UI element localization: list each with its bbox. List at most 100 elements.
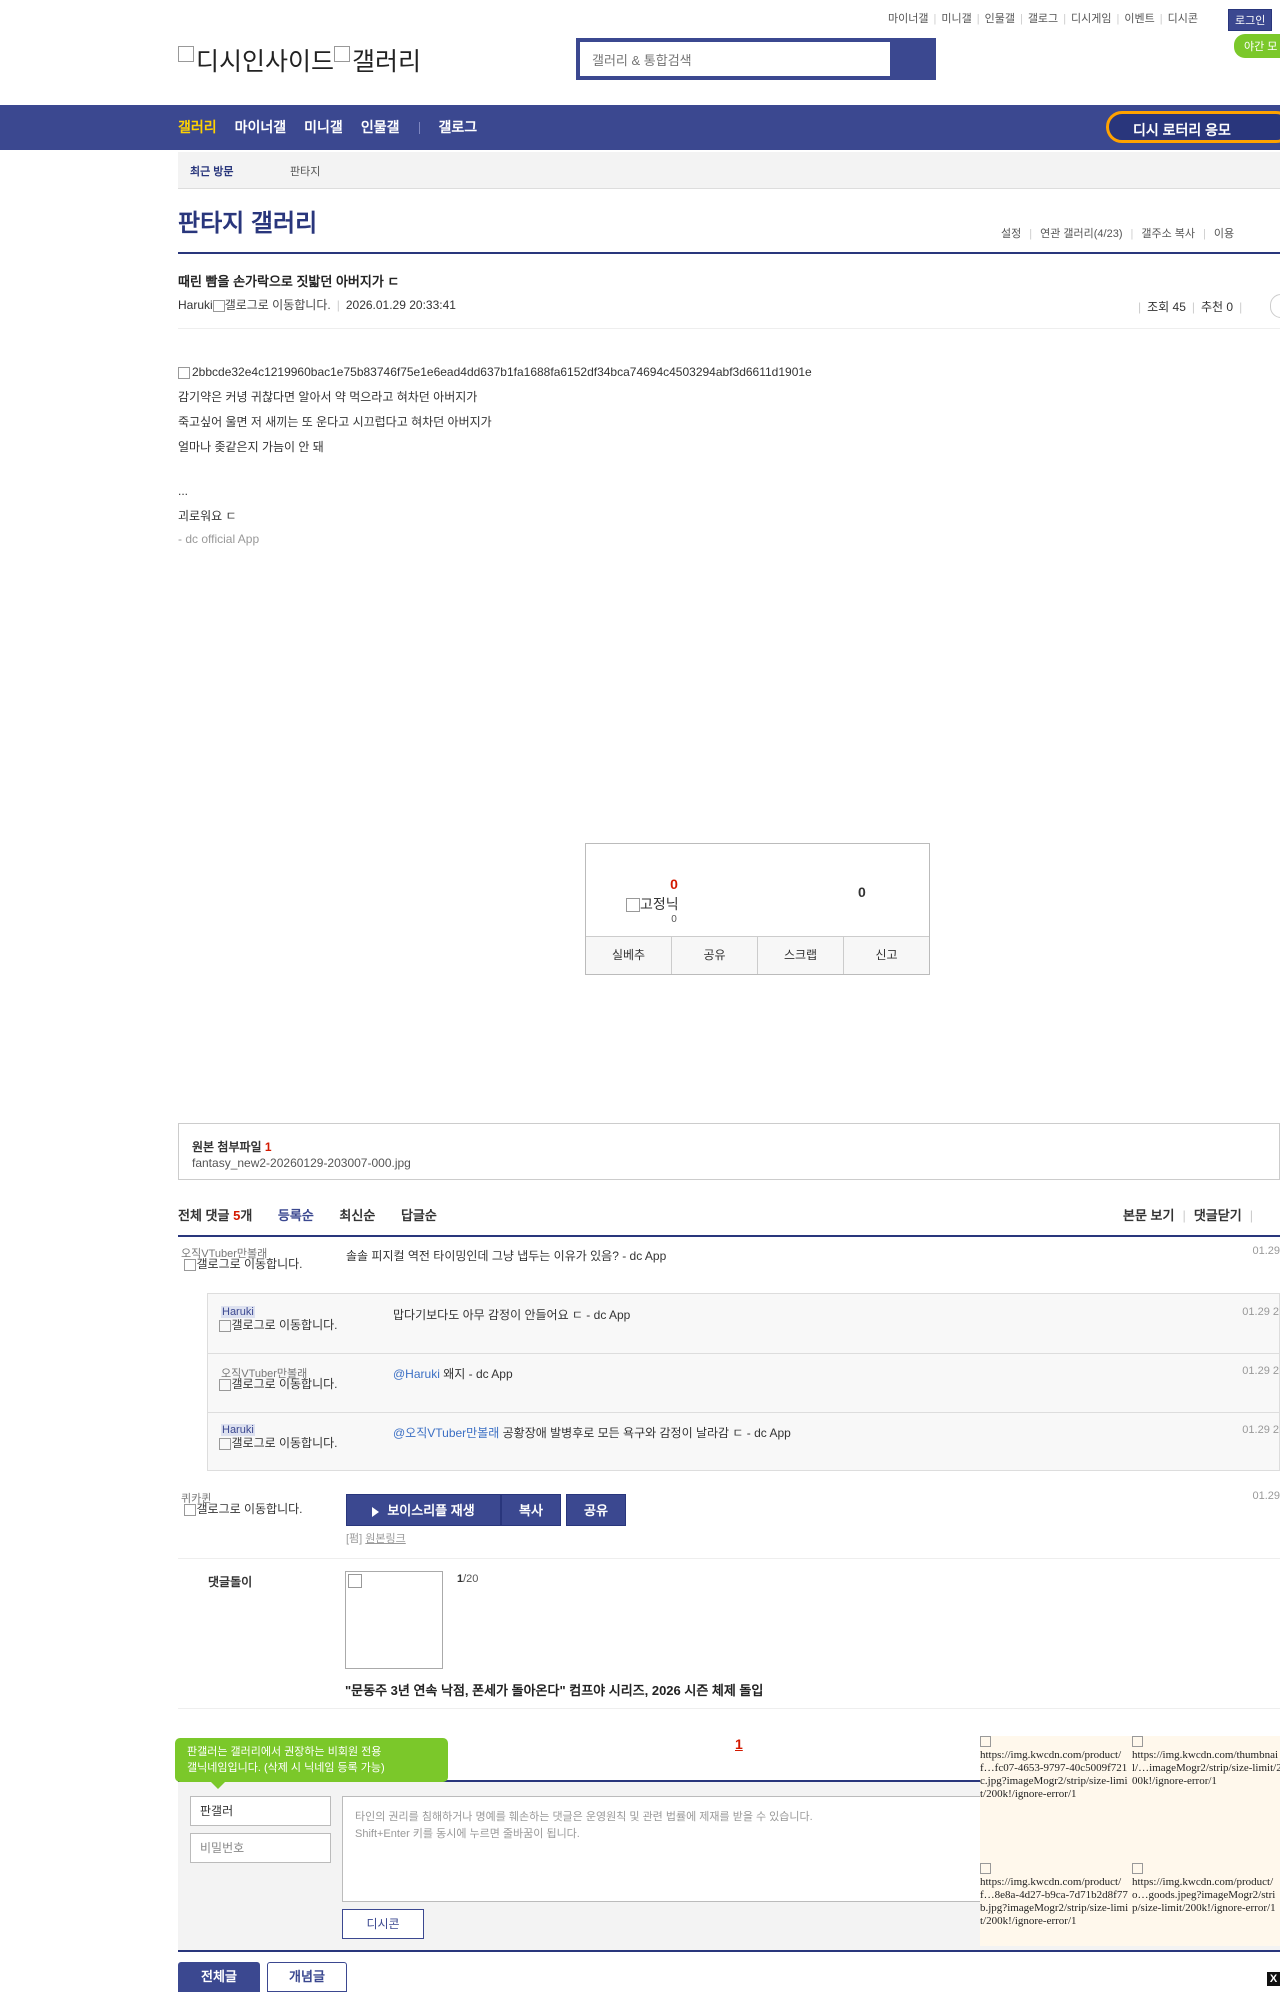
recent-visit-item[interactable]: 판타지	[290, 163, 320, 179]
logo-text-dcinside: 디시인사이드	[196, 48, 335, 76]
gallog-link[interactable]: 갤로그로 이동합니다.	[181, 1503, 306, 1516]
recent-visit-title: 최근 방문	[190, 166, 234, 178]
search-input[interactable]	[590, 42, 894, 78]
fixed-nick-label: 고정닉	[640, 896, 679, 912]
comment-header: 전체 댓글 5개 등록순 최신순 답글순 본문 보기 | 댓글닫기 |	[178, 1205, 1280, 1237]
post-date: 2026.01.29 20:33:41	[345, 298, 456, 312]
sort-replies[interactable]: 답글순	[401, 1208, 437, 1223]
gallog-alt-text: 갤로그로 이동합니다.	[231, 1436, 338, 1450]
reply-nick[interactable]: Haruki	[221, 1424, 255, 1436]
login-button[interactable]: 로그인	[1228, 9, 1273, 31]
voice-tag: [펌] 원본링크	[346, 1530, 406, 1546]
post-body: 2bbcde32e4c1219960bac1e75b83746f75e1e6ea…	[178, 360, 812, 529]
util-link-event[interactable]: 이벤트	[1124, 13, 1154, 25]
post-image[interactable]: 2bbcde32e4c1219960bac1e75b83746f75e1e6ea…	[178, 360, 812, 385]
scrap-button[interactable]: 스크랩	[758, 937, 844, 974]
ad-item[interactable]: https://img.kwcdn.com/product/f…8e8a-4d2…	[980, 1863, 1130, 1928]
dccon-button[interactable]: 디시콘	[342, 1909, 424, 1939]
voice-tag-text: [펌]	[346, 1533, 363, 1545]
report-button[interactable]: 신고	[844, 937, 929, 974]
reply-mention[interactable]: @오직VTuber만볼래	[393, 1426, 499, 1440]
ad-close-button[interactable]: X	[1267, 1972, 1280, 1986]
reply-row: Haruki 갤로그로 이동합니다. 맙다기보다도 아무 감정이 안들어요 ㄷ …	[208, 1294, 1279, 1354]
main-nav: 갤러리 마이너갤 미니갤 인물갤 갤로그	[0, 105, 1280, 150]
util-link-person[interactable]: 인물갤	[985, 13, 1015, 25]
util-link-dcgame[interactable]: 디시게임	[1071, 13, 1111, 25]
util-link-gallog[interactable]: 갤로그	[1028, 13, 1058, 25]
share-button[interactable]: 공유	[672, 937, 758, 974]
dcbot-thumbnail[interactable]	[345, 1571, 443, 1669]
recent-visit-bar: 최근 방문 판타지	[178, 152, 1280, 189]
reply-date: 01.29 2	[1242, 1365, 1279, 1377]
util-link-mini[interactable]: 미니갤	[941, 13, 971, 25]
nav-item-minor[interactable]: 마이너갤	[235, 119, 287, 135]
nav-item-gallog[interactable]: 갤로그	[438, 119, 477, 135]
copy-address-link[interactable]: 갤주소 복사	[1141, 228, 1195, 240]
sort-registered[interactable]: 등록순	[278, 1208, 314, 1223]
broken-image-icon	[219, 1437, 232, 1450]
broken-image-icon	[184, 1503, 197, 1516]
reply-text: @Haruki 왜지 - dc App	[393, 1365, 513, 1382]
dcbot-headline[interactable]: "문동주 3년 연속 낙점, 폰세가 돌아온다" 컴프야 시리즈, 2026 시…	[345, 1680, 763, 1699]
nav-item-person[interactable]: 인물갤	[361, 119, 400, 135]
voice-share-button[interactable]: 공유	[566, 1494, 626, 1526]
site-logo[interactable]: 디시인사이드 갤러리	[178, 42, 421, 78]
reply-text: 맙다기보다도 아무 감정이 안들어요 ㄷ - dc App	[393, 1308, 631, 1322]
nav-item-gallery[interactable]: 갤러리	[178, 119, 217, 135]
nickname-field[interactable]: 판갤러	[190, 1796, 331, 1826]
reply-text-body: 공황장애 발병후로 모든 욕구와 감정이 날라감 ㄷ - dc App	[499, 1426, 791, 1440]
gallery-settings-link[interactable]: 설정	[1001, 228, 1021, 240]
lottery-button[interactable]: 디시 로터리 응모	[1106, 111, 1280, 143]
gallog-link[interactable]: 갤로그로 이동합니다.	[212, 298, 331, 312]
reply-list: Haruki 갤로그로 이동합니다. 맙다기보다도 아무 감정이 안들어요 ㄷ …	[207, 1293, 1280, 1471]
usage-link[interactable]: 이용	[1214, 228, 1234, 240]
password-field[interactable]: 비밀번호	[190, 1833, 331, 1863]
comment-page-number[interactable]: 1	[735, 1736, 743, 1752]
broken-image-icon	[219, 1378, 232, 1391]
attachment-file-link[interactable]: fantasy_new2-20260129-203007-000.jpg	[192, 1156, 411, 1170]
app-signature: - dc official App	[178, 532, 260, 546]
gallog-link[interactable]: 갤로그로 이동합니다.	[216, 1378, 341, 1391]
voice-copy-button[interactable]: 복사	[501, 1494, 561, 1526]
night-mode-button[interactable]: 야간 모	[1234, 34, 1280, 58]
dcbot-pager: 1/20	[457, 1573, 478, 1585]
attachment-count: 1	[264, 1140, 272, 1154]
post-author[interactable]: Haruki	[178, 298, 213, 312]
post-line: 죽고싶어 울면 저 새끼는 또 운다고 시끄럽다고 혀차던 아버지가	[178, 415, 492, 429]
comment-date: 01.29	[1252, 1245, 1280, 1257]
original-link[interactable]: 원본링크	[365, 1533, 405, 1545]
ad-panel: https://img.kwcdn.com/product/f…fc07-465…	[980, 1736, 1280, 1946]
broken-image-icon	[219, 1319, 232, 1332]
silbe-recommend-button[interactable]: 실베추	[586, 937, 672, 974]
search-button[interactable]	[890, 42, 932, 76]
sort-latest[interactable]: 최신순	[339, 1208, 375, 1223]
gallog-link[interactable]: 갤로그로 이동합니다.	[216, 1319, 341, 1332]
reply-mention[interactable]: @Haruki	[393, 1367, 440, 1381]
nav-item-mini[interactable]: 미니갤	[304, 119, 343, 135]
ad-item[interactable]: https://img.kwcdn.com/thumbnail/…imageMo…	[1132, 1736, 1280, 1788]
close-comments-button[interactable]: 댓글닫기	[1194, 1208, 1242, 1223]
comment-count-button[interactable]	[1270, 294, 1280, 318]
reply-nick[interactable]: Haruki	[221, 1306, 255, 1318]
view-post-button[interactable]: 본문 보기	[1123, 1208, 1174, 1223]
voice-reply-play-button[interactable]: 보이스리플 재생	[346, 1494, 501, 1526]
recommend-up-count: 0	[670, 876, 678, 892]
post-divider	[178, 328, 1280, 329]
ad-item[interactable]: https://img.kwcdn.com/product/f…fc07-465…	[980, 1736, 1130, 1801]
util-link-dccon[interactable]: 디시콘	[1168, 13, 1198, 25]
fixed-nick-recommend[interactable]: 고정닉	[626, 894, 679, 914]
post-line: 감기약은 커녕 귀찮다면 알아서 약 먹으라고 혀차던 아버지가	[178, 390, 478, 404]
related-gallery-link[interactable]: 연관 갤러리(4/23)	[1040, 228, 1122, 240]
post-image-alt: 2bbcde32e4c1219960bac1e75b83746f75e1e6ea…	[192, 365, 812, 379]
gallog-alt-text: 갤로그로 이동합니다.	[196, 1257, 303, 1271]
fixed-nick-count: 0	[671, 914, 677, 925]
util-link-minor[interactable]: 마이너갤	[888, 13, 928, 25]
play-icon	[372, 1506, 380, 1517]
gallog-link[interactable]: 갤로그로 이동합니다.	[216, 1437, 341, 1450]
attachment-label: 원본 첨부파일	[192, 1140, 262, 1154]
gallery-title[interactable]: 판타지 갤러리	[178, 203, 317, 238]
gallog-link[interactable]: 갤로그로 이동합니다.	[181, 1258, 306, 1271]
gallog-alt-text: 갤로그로 이동합니다.	[231, 1377, 338, 1391]
ad-alt-text: https://img.kwcdn.com/product/o…goods.jp…	[1132, 1876, 1276, 1914]
ad-item[interactable]: https://img.kwcdn.com/product/o…goods.jp…	[1132, 1863, 1280, 1915]
